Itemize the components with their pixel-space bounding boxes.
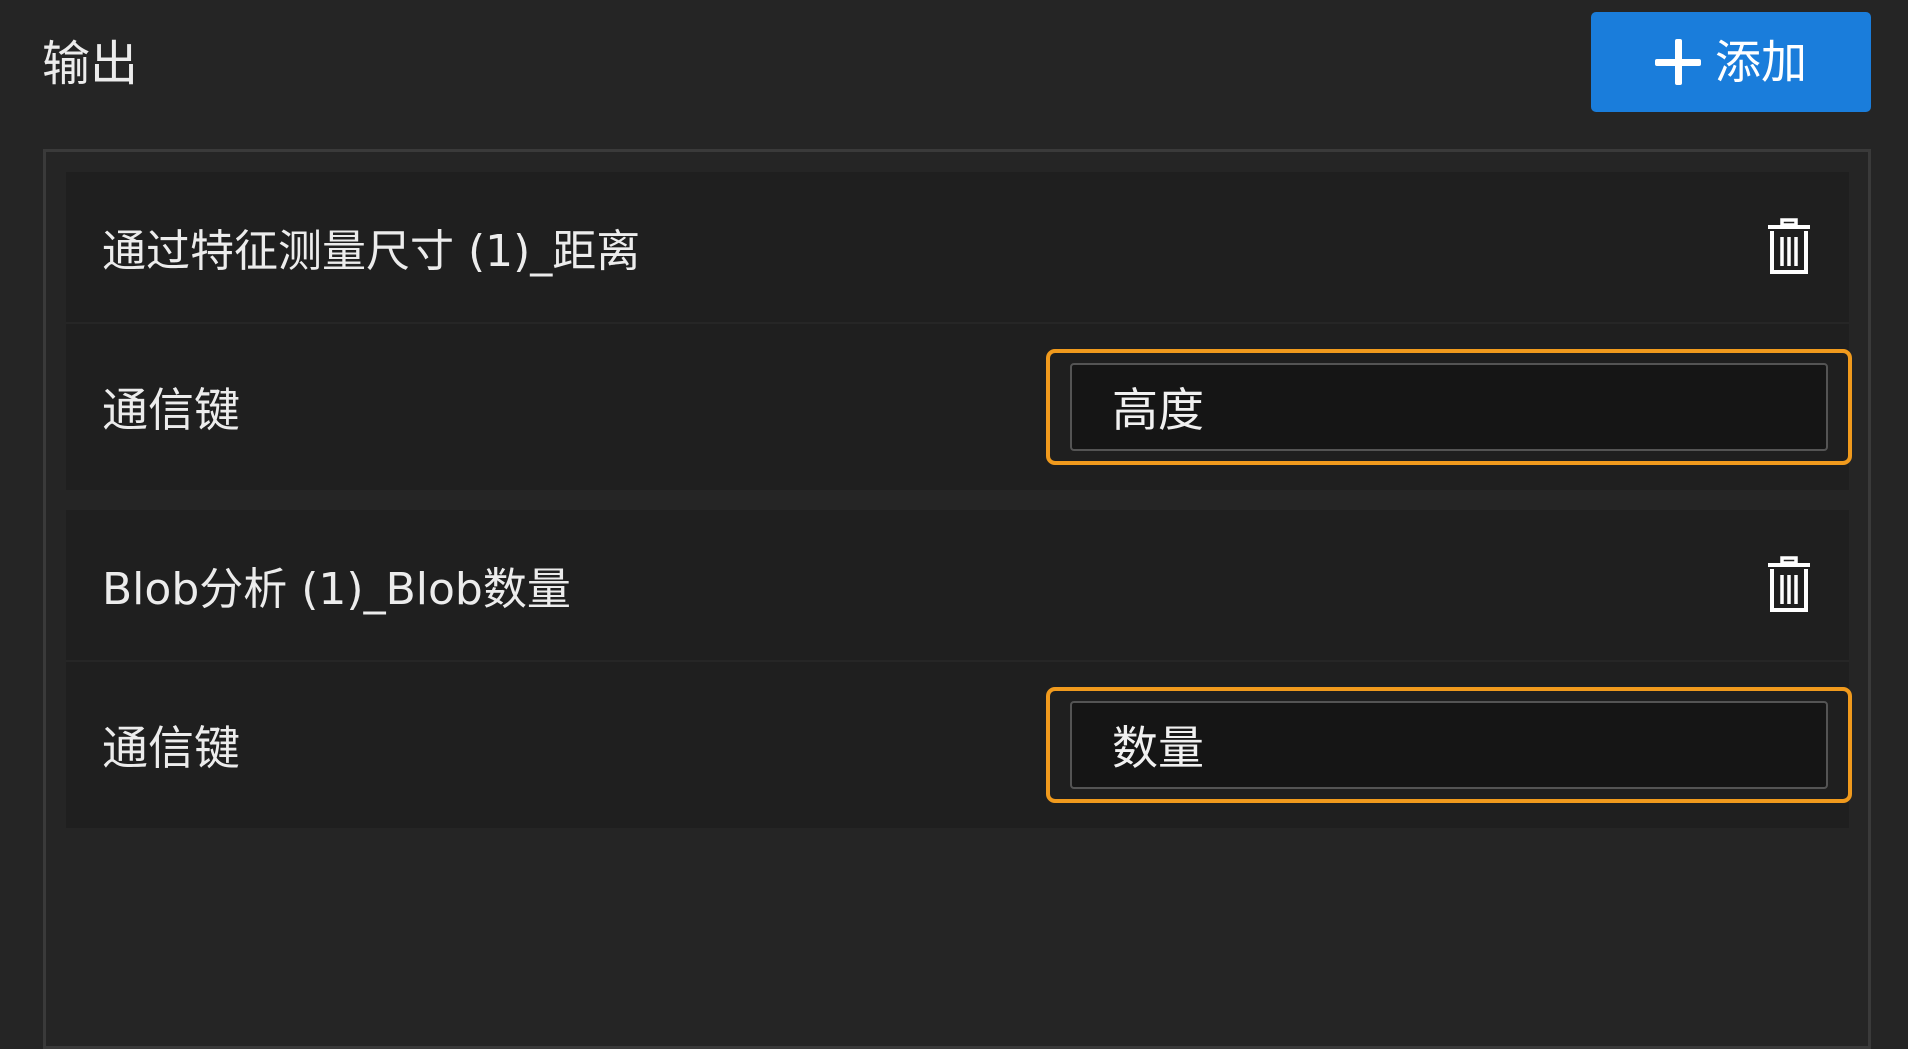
output-title: 通过特征测量尺寸 (1)_距离 xyxy=(102,226,641,277)
comm-key-label: 通信键 xyxy=(102,721,240,775)
comm-key-label: 通信键 xyxy=(102,383,240,437)
comm-key-highlight xyxy=(1046,687,1852,803)
output-card: 通过特征测量尺寸 (1)_距离 通信键 xyxy=(66,172,1852,490)
plus-icon xyxy=(1655,39,1701,85)
outputs-panel: 通过特征测量尺寸 (1)_距离 通信键 Blob分析 (1)_Blob数量 xyxy=(43,149,1871,1049)
trash-icon[interactable] xyxy=(1767,556,1811,614)
output-title: Blob分析 (1)_Blob数量 xyxy=(102,564,571,615)
add-button-label: 添加 xyxy=(1715,35,1807,89)
output-card-header: Blob分析 (1)_Blob数量 xyxy=(66,510,1849,662)
output-card-body: 通信键 xyxy=(66,324,1852,490)
comm-key-input[interactable] xyxy=(1070,363,1828,451)
trash-icon[interactable] xyxy=(1767,218,1811,276)
output-card: Blob分析 (1)_Blob数量 通信键 xyxy=(66,510,1852,828)
output-card-header: 通过特征测量尺寸 (1)_距离 xyxy=(66,172,1849,324)
page-title: 输出 xyxy=(42,36,139,92)
output-card-body: 通信键 xyxy=(66,662,1852,828)
add-button[interactable]: 添加 xyxy=(1591,12,1871,112)
comm-key-input[interactable] xyxy=(1070,701,1828,789)
comm-key-highlight xyxy=(1046,349,1852,465)
